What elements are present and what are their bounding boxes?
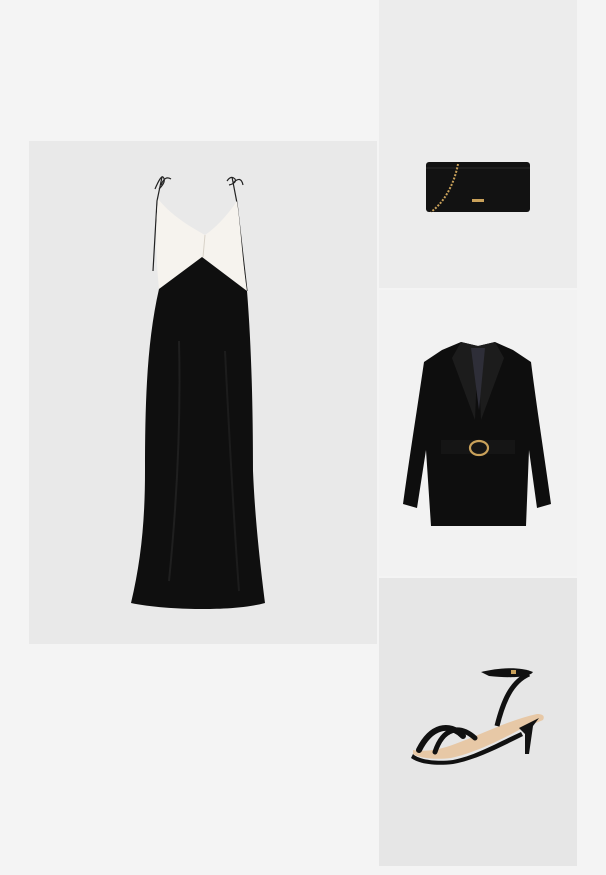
dress-product-tile[interactable] (29, 141, 377, 644)
blazer-icon (403, 342, 551, 526)
sandal-product-tile[interactable] (379, 578, 577, 866)
dress-icon (131, 176, 265, 609)
sandal-icon (411, 668, 544, 765)
outfit-collage (0, 0, 606, 875)
clutch-bag-icon (426, 162, 530, 213)
blazer-product-tile[interactable] (379, 290, 577, 576)
clutch-bag-product-tile[interactable] (379, 0, 577, 288)
